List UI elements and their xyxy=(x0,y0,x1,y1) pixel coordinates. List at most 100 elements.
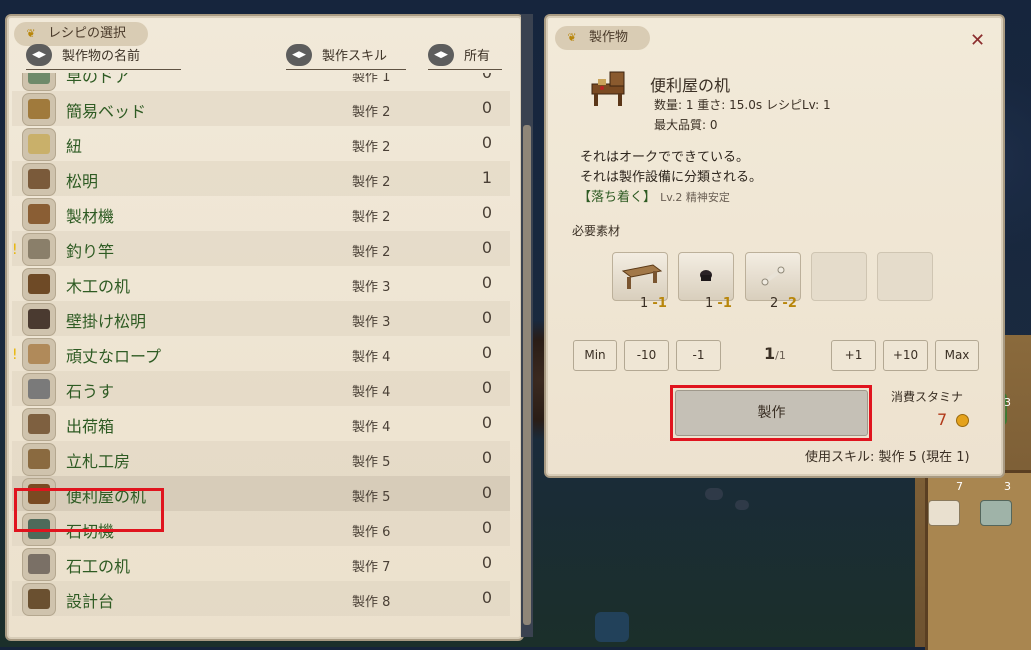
sort-arrow-icon[interactable]: ◀▶ xyxy=(286,44,312,66)
use-skill-text: 使用スキル: 製作 5 (現在 1) xyxy=(805,450,970,465)
recipe-row[interactable]: ! 釣り竿 製作 2 0 xyxy=(12,231,510,266)
recipe-row[interactable]: 石工の机 製作 7 0 xyxy=(12,546,510,581)
icon-glyph xyxy=(28,73,50,84)
recipe-name: 松明 xyxy=(66,172,99,191)
recipe-row[interactable]: 石うす 製作 4 0 xyxy=(12,371,510,406)
scrollbar-thumb[interactable] xyxy=(523,125,531,625)
qty-minus1-button[interactable]: -1 xyxy=(676,340,721,371)
recipe-owned-count: 0 xyxy=(481,133,492,152)
recipe-name: 草のドア xyxy=(66,73,131,86)
icon-glyph xyxy=(28,554,50,574)
item-description: それはオークでできている。 xyxy=(580,150,750,165)
column-header-skill[interactable]: ◀▶ 製作スキル xyxy=(286,44,406,70)
hud-count: 3 xyxy=(1004,396,1011,409)
recipe-owned-count: 0 xyxy=(481,553,492,572)
recipe-name: 壁掛け松明 xyxy=(66,312,147,331)
recipe-skill: 製作 4 xyxy=(352,420,391,435)
recipe-name: 簡易ベッド xyxy=(66,102,147,121)
icon-glyph xyxy=(28,134,50,154)
recipe-skill: 製作 3 xyxy=(352,315,391,330)
column-header-name[interactable]: ◀▶ 製作物の名前 xyxy=(26,44,181,70)
recipe-row[interactable]: 壁掛け松明 製作 3 0 xyxy=(12,301,510,336)
mason-desk-icon xyxy=(22,548,56,581)
sawmill-icon xyxy=(22,198,56,231)
recipe-row[interactable]: 松明 製作 2 1 xyxy=(12,161,510,196)
recipe-panel-title: ❦ レシピの選択 xyxy=(14,22,149,46)
hud-count: 3 xyxy=(1004,480,1011,493)
material-slot[interactable] xyxy=(745,252,801,301)
icon-glyph xyxy=(28,274,50,294)
sort-arrow-icon[interactable]: ◀▶ xyxy=(428,44,454,66)
recipe-name: 紐 xyxy=(66,137,83,156)
torch-icon xyxy=(22,163,56,196)
material-qty: 1 -1 xyxy=(640,296,667,311)
icon-glyph xyxy=(28,239,50,259)
recipe-skill: 製作 7 xyxy=(352,560,391,575)
recipe-row[interactable]: 紐 製作 2 0 xyxy=(12,126,510,161)
recipe-skill: 製作 2 xyxy=(352,140,391,155)
recipe-owned-count: 0 xyxy=(481,308,492,327)
recipe-owned-count: 0 xyxy=(481,98,492,117)
qty-plus10-button[interactable]: +10 xyxy=(883,340,928,371)
hud-scroll-icon[interactable] xyxy=(928,500,960,526)
recipe-row[interactable]: 簡易ベッド 製作 2 0 xyxy=(12,91,510,126)
recipe-owned-count: 0 xyxy=(481,518,492,537)
rock xyxy=(735,500,749,510)
hud-machine-icon[interactable] xyxy=(980,500,1012,526)
recipe-skill: 製作 2 xyxy=(352,105,391,120)
recipe-owned-count: 0 xyxy=(481,483,492,502)
icon-glyph xyxy=(28,589,50,609)
recipe-row[interactable]: 立札工房 製作 5 0 xyxy=(12,441,510,476)
material-slot[interactable] xyxy=(612,252,668,301)
recipe-row[interactable]: ! 頑丈なロープ 製作 4 0 xyxy=(12,336,510,371)
recipe-row[interactable]: 木工の机 製作 3 0 xyxy=(12,266,510,301)
recipe-name: 立札工房 xyxy=(66,452,131,471)
recipe-owned-count: 0 xyxy=(481,588,492,607)
recipe-skill: 製作 4 xyxy=(352,350,391,365)
recipe-skill: 製作 3 xyxy=(352,280,391,295)
close-icon[interactable]: ✕ xyxy=(970,30,985,51)
icon-glyph xyxy=(28,449,50,469)
icon-glyph xyxy=(28,169,50,189)
stamina-icon xyxy=(956,414,969,427)
material-slot-empty xyxy=(811,252,867,301)
wall-torch-icon xyxy=(22,303,56,336)
recipe-skill: 製作 4 xyxy=(352,385,391,400)
fishing-rod-icon xyxy=(22,233,56,266)
recipe-skill: 製作 2 xyxy=(352,175,391,190)
recipe-row[interactable]: 出荷箱 製作 4 0 xyxy=(12,406,510,441)
floor-tile xyxy=(925,470,1031,650)
material-slot[interactable] xyxy=(678,252,734,301)
recipe-name: 設計台 xyxy=(66,592,115,611)
stool-material-icon xyxy=(700,270,712,281)
stamina-value: 7 xyxy=(937,410,948,429)
column-header-owned[interactable]: ◀▶ 所有 xyxy=(428,44,502,70)
rock xyxy=(705,488,723,500)
hud-count: 7 xyxy=(956,480,963,493)
sort-arrow-icon[interactable]: ◀▶ xyxy=(26,44,52,66)
recipe-skill: 製作 1 xyxy=(352,73,391,85)
icon-glyph xyxy=(28,204,50,224)
selection-highlight xyxy=(14,488,164,532)
qty-max-button[interactable]: Max xyxy=(935,340,979,371)
item-meta: 数量: 1 重さ: 15.0s レシピLv: 1 xyxy=(654,98,831,112)
recipe-row[interactable]: 草のドア 製作 1 0 xyxy=(12,73,510,91)
icon-glyph xyxy=(28,99,50,119)
qty-minus10-button[interactable]: -10 xyxy=(624,340,669,371)
pin-icon: ❦ xyxy=(26,27,36,40)
recipe-row[interactable]: 製材機 製作 2 0 xyxy=(12,196,510,231)
item-trait: 【落ち着く】 Lv.2 精神安定 xyxy=(578,190,730,205)
qty-min-button[interactable]: Min xyxy=(573,340,617,371)
handyman-desk-image xyxy=(588,70,630,108)
materials-label: 必要素材 xyxy=(572,224,621,238)
material-qty: 1 -1 xyxy=(705,296,732,311)
recipe-name: 木工の机 xyxy=(66,277,131,296)
recipe-name: 頑丈なロープ xyxy=(66,347,162,366)
recipe-name: 釣り竿 xyxy=(66,242,115,261)
woodwork-desk-icon xyxy=(22,268,56,301)
recipe-row[interactable]: 設計台 製作 8 0 xyxy=(12,581,510,616)
item-quality: 最大品質: 0 xyxy=(654,118,718,132)
recipe-skill: 製作 8 xyxy=(352,595,391,610)
icon-glyph xyxy=(28,379,50,399)
qty-plus1-button[interactable]: +1 xyxy=(831,340,876,371)
